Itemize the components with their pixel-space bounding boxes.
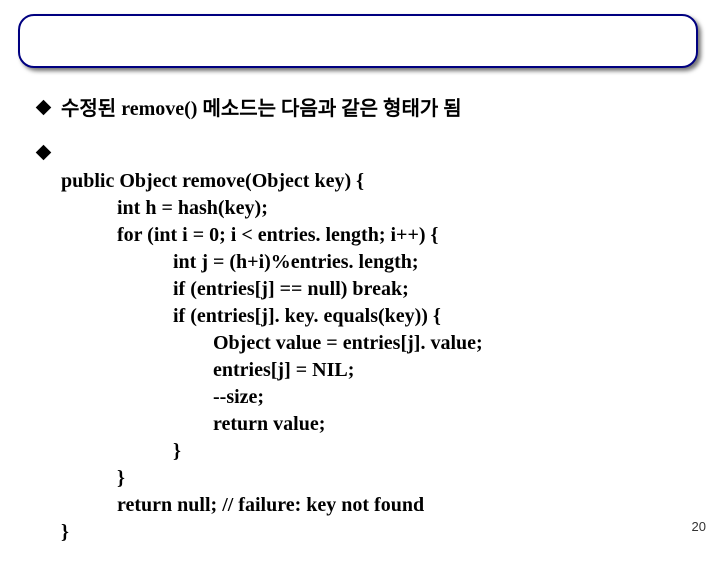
code-line: return value;: [61, 411, 483, 438]
code-line: int j = (h+i)%entries. length;: [61, 249, 483, 276]
code-line: }: [61, 519, 483, 546]
diamond-bullet-icon: [36, 145, 52, 161]
code-block: public Object remove(Object key) { int h…: [61, 141, 483, 546]
code-line: --size;: [61, 384, 483, 411]
code-line: Object value = entries[j]. value;: [61, 330, 483, 357]
bullet-1-text: 수정된 remove() 메소드는 다음과 같은 형태가 됨: [61, 96, 462, 123]
slide-content: 수정된 remove() 메소드는 다음과 같은 형태가 됨 public Ob…: [38, 96, 690, 564]
bullet-item-1: 수정된 remove() 메소드는 다음과 같은 형태가 됨: [38, 96, 690, 123]
code-line: }: [61, 438, 483, 465]
page-number: 20: [692, 519, 706, 534]
code-line: entries[j] = NIL;: [61, 357, 483, 384]
code-line: if (entries[j] == null) break;: [61, 276, 483, 303]
code-line: if (entries[j]. key. equals(key)) {: [61, 303, 483, 330]
code-line: }: [61, 465, 483, 492]
bullet-item-2: public Object remove(Object key) { int h…: [38, 141, 690, 546]
diamond-bullet-icon: [36, 100, 52, 116]
code-line: public Object remove(Object key) {: [61, 170, 364, 192]
code-line: int h = hash(key);: [61, 195, 483, 222]
title-placeholder-box: [18, 14, 698, 68]
code-line: for (int i = 0; i < entries. length; i++…: [61, 222, 483, 249]
code-line: return null; // failure: key not found: [61, 492, 483, 519]
